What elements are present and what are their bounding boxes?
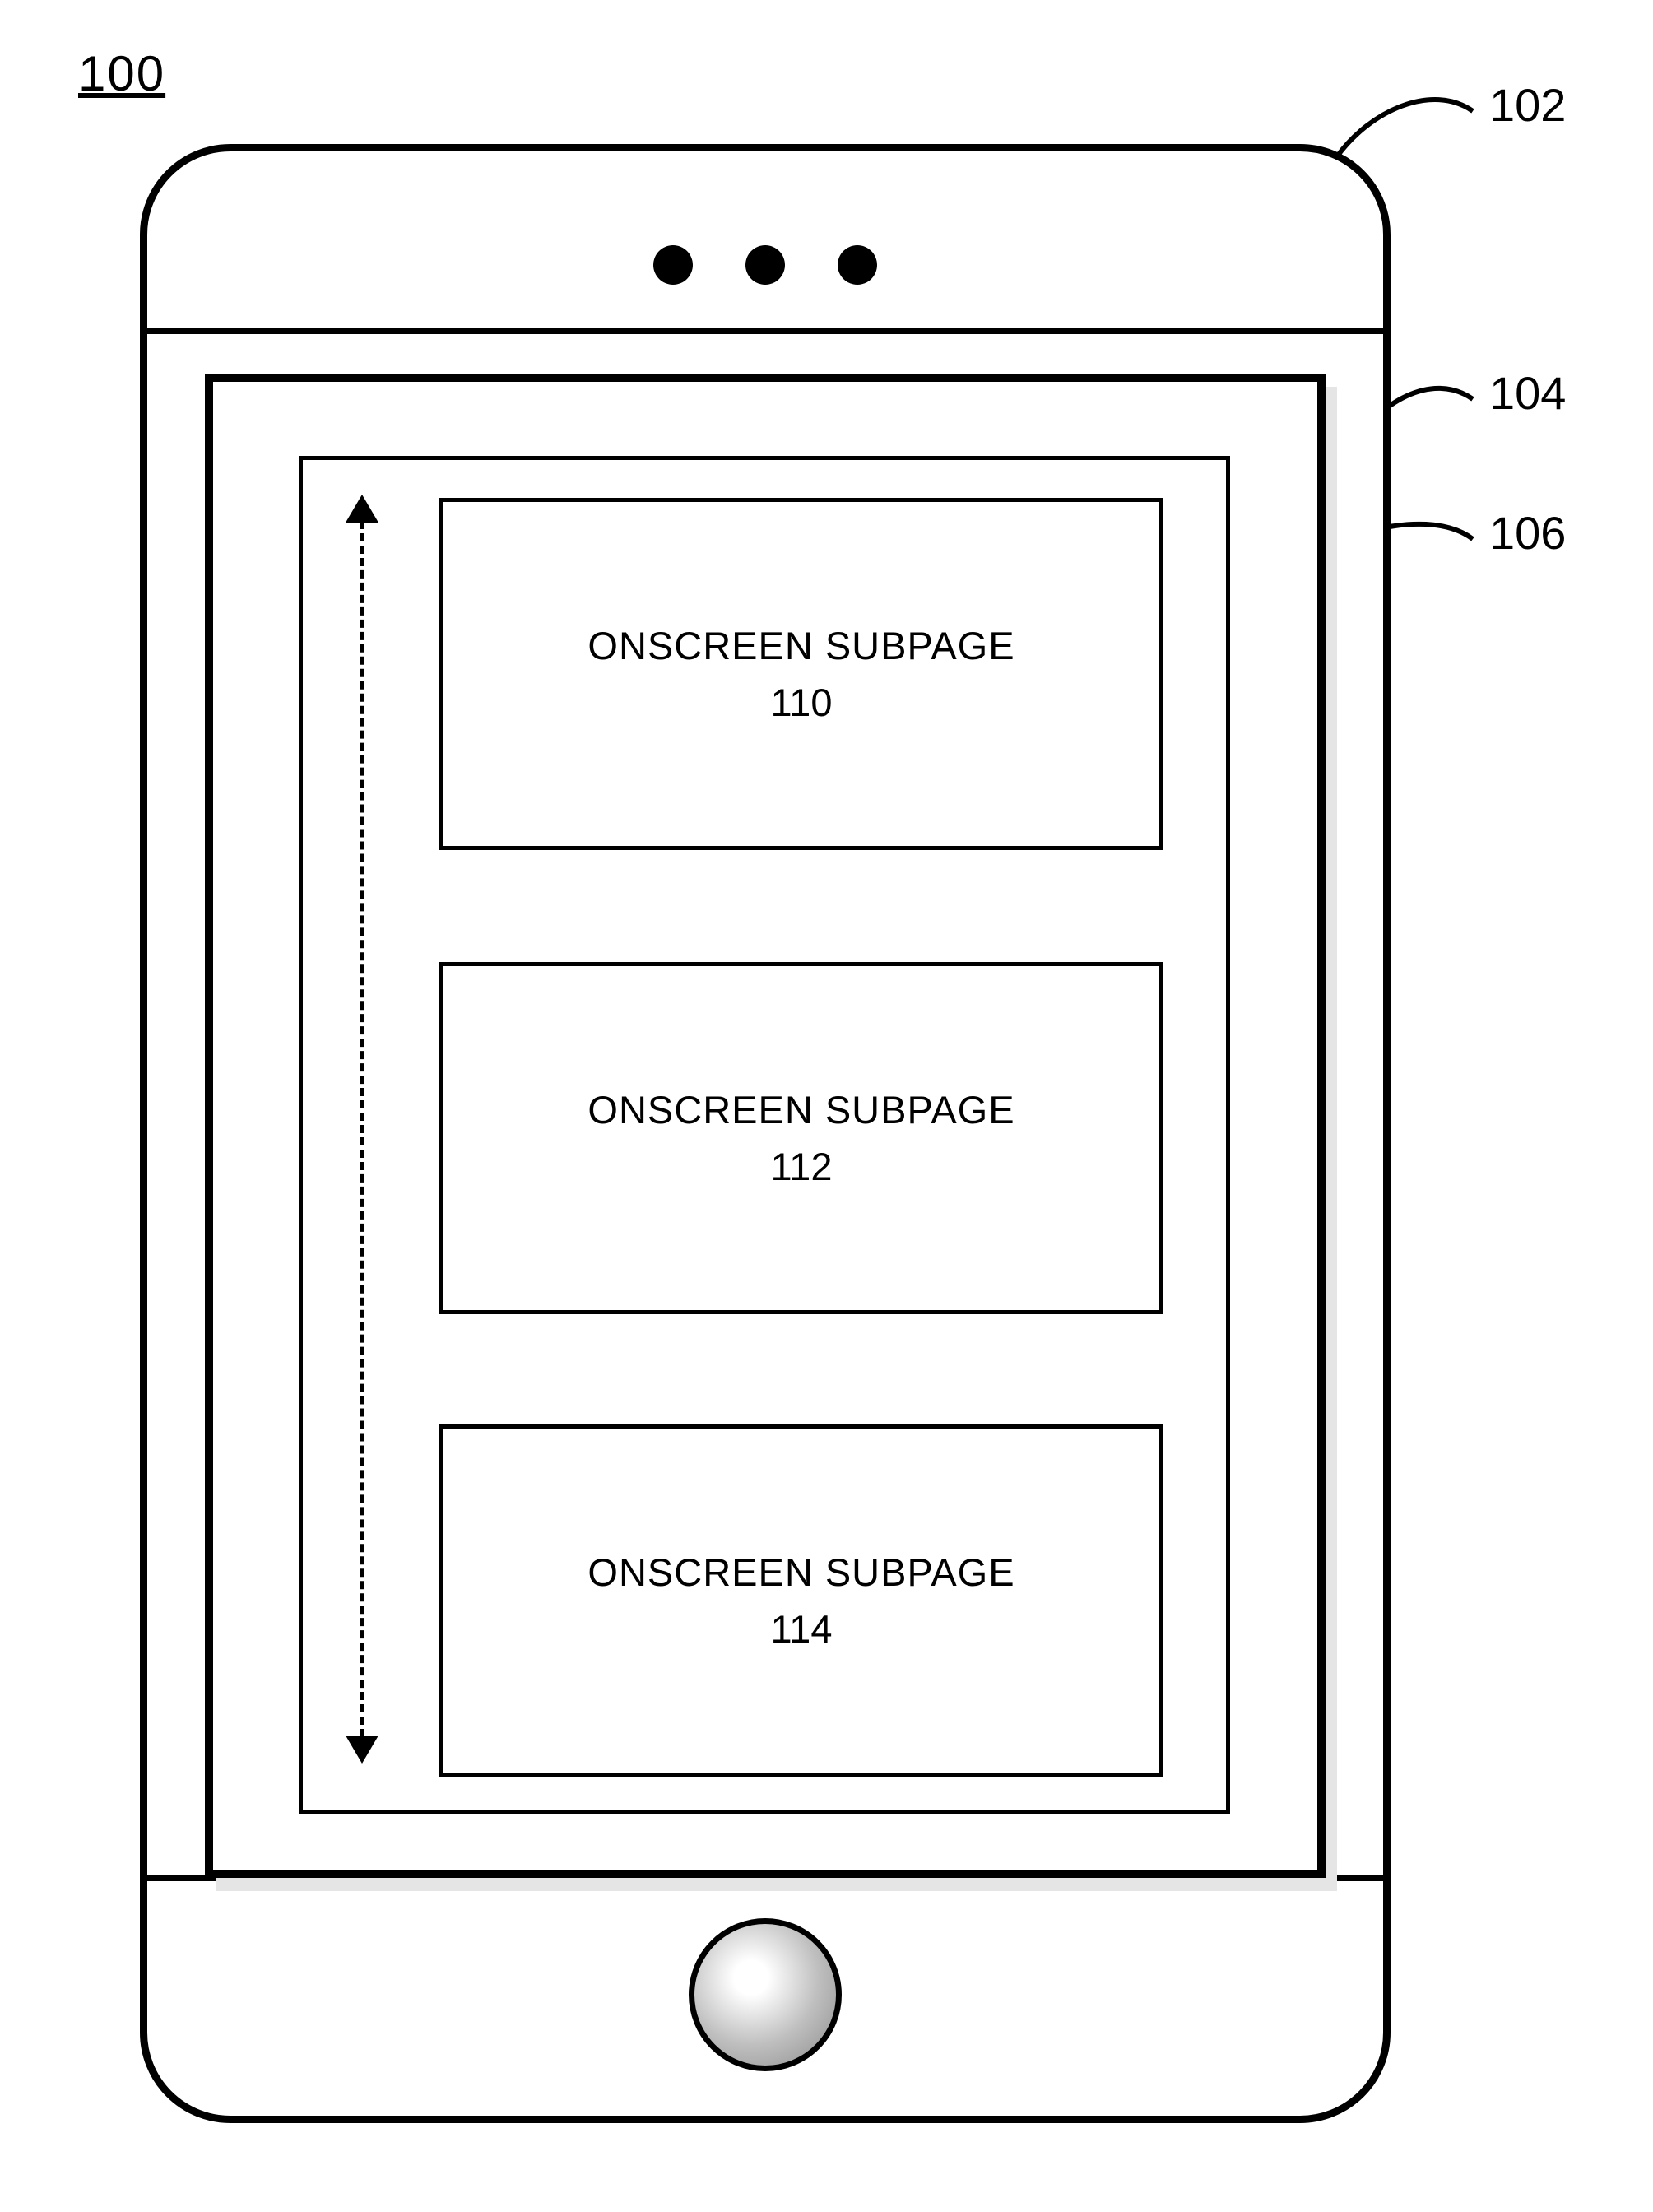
subpage-ref: 112 bbox=[771, 1141, 833, 1192]
subpage-title: ONSCREEN SUBPAGE bbox=[587, 620, 1015, 672]
ref-106: 106 bbox=[1489, 506, 1566, 560]
sensor-dot bbox=[745, 245, 785, 285]
subpage-title: ONSCREEN SUBPAGE bbox=[587, 1084, 1015, 1136]
figure-canvas: 100 102 104 106 ONSCREEN SUBPAGE bbox=[0, 0, 1653, 2212]
sensor-dot bbox=[838, 245, 877, 285]
ref-102: 102 bbox=[1489, 78, 1566, 132]
subpage-box: ONSCREEN SUBPAGE 112 bbox=[439, 962, 1163, 1314]
arrow-down-icon bbox=[346, 1736, 378, 1764]
sensor-row bbox=[653, 245, 877, 285]
home-button[interactable] bbox=[689, 1918, 842, 2071]
subpage-ref: 110 bbox=[771, 676, 833, 728]
subpage-box: ONSCREEN SUBPAGE 110 bbox=[439, 498, 1163, 850]
device-body: ONSCREEN SUBPAGE 110 ONSCREEN SUBPAGE 11… bbox=[140, 144, 1391, 2123]
subpage-title: ONSCREEN SUBPAGE bbox=[587, 1546, 1015, 1598]
figure-number: 100 bbox=[78, 45, 165, 102]
arrow-up-icon bbox=[346, 495, 378, 523]
subpage-ref: 114 bbox=[771, 1603, 833, 1655]
sensor-dot bbox=[653, 245, 693, 285]
subpage-box: ONSCREEN SUBPAGE 114 bbox=[439, 1424, 1163, 1777]
display-area: ONSCREEN SUBPAGE 110 ONSCREEN SUBPAGE 11… bbox=[205, 374, 1326, 1878]
bezel-top-divider bbox=[147, 328, 1383, 334]
ref-104: 104 bbox=[1489, 366, 1566, 420]
arrow-shaft bbox=[360, 521, 364, 1737]
content-frame: ONSCREEN SUBPAGE 110 ONSCREEN SUBPAGE 11… bbox=[299, 456, 1230, 1814]
